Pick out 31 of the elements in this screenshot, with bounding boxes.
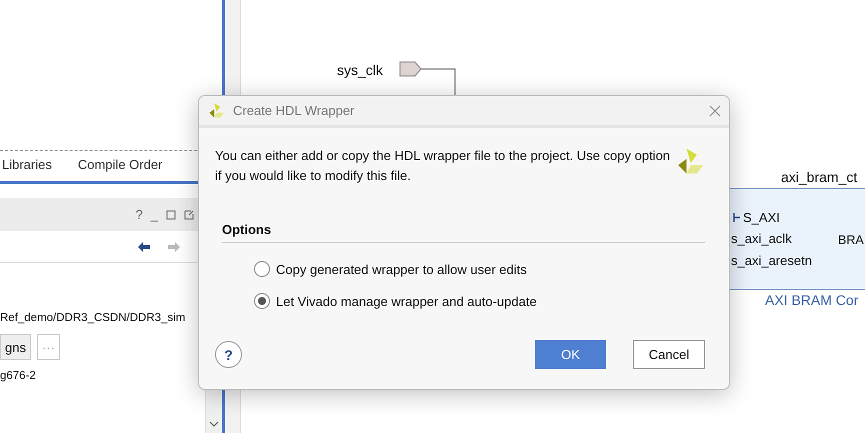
header-icon-text[interactable]: _ [150,207,158,222]
ok-button[interactable]: OK [535,340,606,369]
logo-icon [207,102,225,120]
dialog-title: Create HDL Wrapper [233,103,356,118]
option-label[interactable]: Copy generated wrapper to allow user edits [276,262,527,276]
pin-label: s_axi_aresetn [731,253,812,268]
path-text: Ref_demo/DDR3_CSDN/DDR3_sim [0,312,186,324]
back-arrow-icon[interactable] [138,242,150,252]
option-label[interactable]: Let Vivado manage wrapper and auto-update [276,294,537,308]
dialog-message: You can either add or copy the HDL wrapper file to the project. Use copy option if you would like to modify this file. [215,147,672,185]
panel-tab[interactable]: Libraries [2,157,52,175]
help-button[interactable]: ? [215,341,242,368]
block-title: axi_bram_ct [781,169,858,185]
float-icon[interactable] [184,210,194,220]
maximize-icon[interactable] [166,210,176,220]
pin-label: s_axi_aclk [731,231,792,246]
radio-button[interactable] [254,261,270,277]
header-icon-text[interactable]: ? [136,207,143,222]
close-icon[interactable] [709,104,721,116]
section-heading: Options [222,222,705,243]
panel-tab[interactable]: Compile Order [78,157,162,175]
interface-label: S_AXI [743,210,780,225]
cancel-button[interactable]: Cancel [633,340,705,369]
port-label: sys_clk [337,62,383,78]
designs-button[interactable]: gns [0,334,31,360]
block-caption: AXI BRAM Cor [765,292,858,308]
radio-button[interactable] [254,293,270,309]
pin-label: BRA [838,233,864,247]
chevron-down-icon[interactable] [209,421,219,427]
part-text: g676-2 [0,370,37,382]
interface-connector-icon [733,213,740,222]
